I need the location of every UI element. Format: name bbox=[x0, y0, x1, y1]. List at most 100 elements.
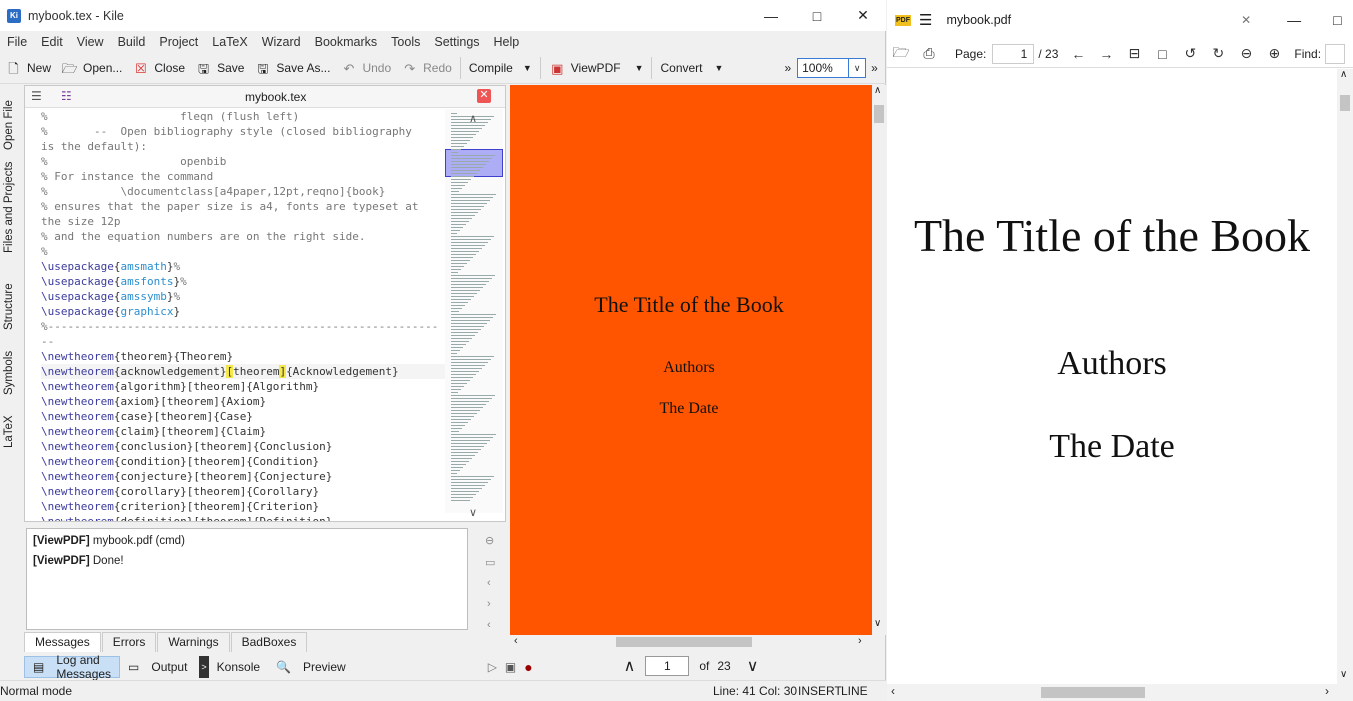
tab-open-file[interactable]: Open File bbox=[0, 85, 18, 150]
toolbar-overflow-icon[interactable]: » bbox=[784, 61, 791, 75]
menu-settings[interactable]: Settings bbox=[427, 35, 486, 49]
tab-errors[interactable]: Errors bbox=[101, 632, 157, 652]
tab-structure[interactable]: Structure bbox=[0, 260, 18, 330]
maximize-button[interactable]: □ bbox=[794, 0, 840, 31]
convert-button[interactable]: Convert ▼ bbox=[655, 55, 728, 81]
new-button[interactable]: 🗋 New bbox=[0, 55, 56, 81]
menu-latex[interactable]: LaTeX bbox=[205, 35, 254, 49]
document-list-icon[interactable]: ☰ bbox=[31, 89, 42, 103]
pdf-page[interactable]: The Title of the Book Authors The Date bbox=[887, 69, 1337, 684]
zoom-input[interactable]: 100% bbox=[797, 58, 850, 78]
save-button[interactable]: 🖫 Save bbox=[190, 55, 249, 81]
scrollbar-thumb[interactable] bbox=[616, 637, 752, 647]
save-as-button[interactable]: 🖫 Save As... bbox=[249, 55, 335, 81]
scroll-down-icon[interactable]: ∨ bbox=[469, 506, 477, 519]
pdf-preview[interactable]: The Title of the Book Authors The Date bbox=[510, 85, 872, 635]
open-button[interactable]: 🗁 Open... bbox=[56, 55, 127, 81]
scroll-down-icon[interactable]: ∨ bbox=[874, 618, 881, 629]
scrollbar-thumb[interactable] bbox=[874, 105, 884, 123]
tab-messages[interactable]: Messages bbox=[24, 632, 101, 652]
scrollbar-thumb[interactable] bbox=[1041, 687, 1145, 698]
page-input[interactable]: 1 bbox=[992, 43, 1035, 64]
code-line: \newtheorem{case}[theorem]{Case} bbox=[41, 409, 445, 424]
rotate-left-icon[interactable]: ↺ bbox=[1176, 45, 1204, 62]
tab-files-and-projects[interactable]: Files and Projects bbox=[0, 153, 18, 253]
continuous-view-icon[interactable]: ⊟ bbox=[1120, 45, 1148, 62]
scroll-left-icon[interactable]: ‹ bbox=[891, 684, 895, 698]
scroll-down-icon[interactable]: ∨ bbox=[1340, 669, 1347, 680]
previous-error-icon[interactable]: ‹ bbox=[487, 577, 491, 589]
open-folder-icon[interactable]: 🗁 bbox=[887, 42, 915, 66]
hamburger-menu-icon[interactable]: ☰ bbox=[919, 11, 932, 29]
preview-vertical-scrollbar[interactable]: ∧ ∨ bbox=[872, 85, 886, 635]
tab-preview[interactable]: 🔍 Preview bbox=[268, 656, 354, 678]
scrollbar-thumb[interactable] bbox=[1340, 95, 1350, 111]
scroll-right-icon[interactable]: › bbox=[858, 635, 862, 647]
previous-page-icon[interactable]: ∧ bbox=[624, 656, 636, 676]
menu-tools[interactable]: Tools bbox=[384, 35, 427, 49]
minimap[interactable] bbox=[445, 109, 503, 513]
code-command: \newtheorem bbox=[41, 440, 114, 453]
print-icon[interactable]: ⎙ bbox=[915, 45, 943, 62]
menu-build[interactable]: Build bbox=[111, 35, 153, 49]
previous-warning-icon[interactable]: ‹ bbox=[487, 619, 491, 631]
redo-button[interactable]: ↷ Redo bbox=[396, 55, 457, 81]
menu-project[interactable]: Project bbox=[152, 35, 205, 49]
tab-symbols[interactable]: Symbols bbox=[0, 335, 18, 395]
previous-page-icon[interactable]: ← bbox=[1064, 46, 1092, 62]
pdf-vertical-scrollbar[interactable]: ∧ ∨ bbox=[1337, 69, 1353, 684]
preview-page-input[interactable]: 1 bbox=[645, 656, 690, 676]
menu-edit[interactable]: Edit bbox=[34, 35, 70, 49]
code-editor[interactable]: % fleqn (flush left) % -- Open bibliograp… bbox=[41, 109, 445, 521]
close-tab-icon[interactable]: ✕ bbox=[1241, 13, 1251, 27]
single-page-icon[interactable]: □ bbox=[1148, 46, 1176, 62]
menu-file[interactable]: File bbox=[0, 35, 34, 49]
menu-help[interactable]: Help bbox=[487, 35, 527, 49]
zoom-in-icon[interactable]: ⊕ bbox=[1260, 45, 1288, 62]
zoom-out-icon[interactable]: ⊖ bbox=[1232, 45, 1260, 62]
tab-konsole[interactable]: > Konsole bbox=[195, 656, 268, 678]
tab-output[interactable]: ▭ Output bbox=[120, 656, 195, 678]
code-line: \newtheorem{conjecture}[theorem]{Conject… bbox=[41, 469, 445, 484]
toolbar-overflow-icon[interactable]: » bbox=[871, 61, 878, 75]
tab-files-label: Files and Projects bbox=[3, 161, 15, 253]
find-input[interactable] bbox=[1325, 43, 1346, 64]
undo-button[interactable]: ↶ Undo bbox=[335, 55, 396, 81]
tab-log-and-messages[interactable]: ▤ Log and Messages bbox=[24, 653, 121, 681]
zoom-dropdown[interactable]: ∨ bbox=[849, 58, 867, 78]
next-error-icon[interactable]: › bbox=[487, 598, 491, 610]
minimap-line bbox=[451, 443, 487, 444]
close-window-button[interactable]: ✕ bbox=[840, 0, 886, 31]
next-page-icon[interactable]: → bbox=[1092, 46, 1120, 62]
close-tab-icon[interactable]: ✕ bbox=[477, 89, 491, 103]
scroll-left-icon[interactable]: ‹ bbox=[514, 635, 518, 647]
menu-view[interactable]: View bbox=[70, 35, 111, 49]
rotate-right-icon[interactable]: ↻ bbox=[1204, 45, 1232, 62]
editor-tab-title[interactable]: mybook.tex bbox=[245, 90, 306, 104]
tab-latex[interactable]: LaTeX bbox=[0, 398, 18, 448]
code-line: \usepackage{amsfonts}% bbox=[41, 274, 445, 289]
compile-button[interactable]: Compile ▼ bbox=[464, 55, 537, 81]
minimap-line bbox=[451, 293, 477, 294]
pdf-horizontal-scrollbar[interactable]: ‹ › bbox=[887, 684, 1353, 701]
menu-bookmarks[interactable]: Bookmarks bbox=[308, 35, 385, 49]
message-icon[interactable]: ▭ bbox=[485, 556, 495, 569]
run-icon[interactable]: ▷ bbox=[484, 656, 501, 678]
scroll-up-icon[interactable]: ∧ bbox=[1340, 69, 1347, 80]
clear-log-icon[interactable]: ⊖ bbox=[485, 534, 494, 547]
menu-wizard[interactable]: Wizard bbox=[255, 35, 308, 49]
tab-badboxes[interactable]: BadBoxes bbox=[230, 632, 308, 652]
viewpdf-button[interactable]: ▣ ViewPDF ▼ bbox=[544, 55, 649, 81]
preview-horizontal-scrollbar[interactable]: ‹ › bbox=[510, 635, 872, 649]
scroll-right-icon[interactable]: › bbox=[1325, 684, 1329, 698]
minimize-button[interactable]: — bbox=[1287, 12, 1301, 28]
minimap-line bbox=[451, 431, 459, 432]
minimize-button[interactable]: — bbox=[748, 0, 794, 31]
tab-warnings[interactable]: Warnings bbox=[157, 632, 230, 652]
close-file-button[interactable]: ☒ Close bbox=[127, 55, 190, 81]
minimap-line bbox=[451, 206, 484, 207]
maximize-button[interactable]: □ bbox=[1333, 12, 1341, 28]
scroll-up-icon[interactable]: ∧ bbox=[469, 112, 477, 125]
scroll-up-icon[interactable]: ∧ bbox=[874, 85, 881, 96]
next-page-icon[interactable]: ∨ bbox=[747, 656, 759, 676]
